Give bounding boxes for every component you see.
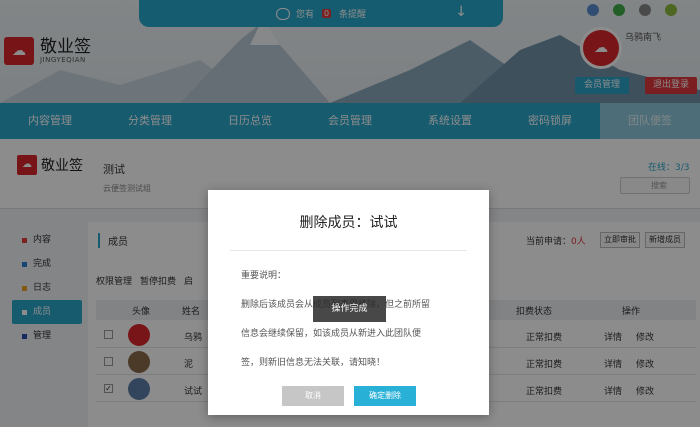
dialog-title: 删除成员：试试	[299, 215, 398, 231]
cancel-button[interactable]: 取消	[282, 386, 344, 406]
delete-member-dialog: 删除成员：试试 重要说明： 删除后该成员会从成员列表里移除，但之前所留 信息会继…	[208, 190, 489, 415]
dialog-text-line: 信息会继续保留，如该成员从新进入此团队便	[241, 329, 422, 339]
confirm-delete-button[interactable]: 确定删除	[354, 386, 416, 406]
divider	[230, 250, 467, 251]
dialog-text-line: 签，则新旧信息无法关联，请知晓！	[241, 358, 386, 368]
toast-message: 操作完成	[313, 296, 386, 322]
dialog-text-line: 重要说明：	[241, 271, 287, 281]
